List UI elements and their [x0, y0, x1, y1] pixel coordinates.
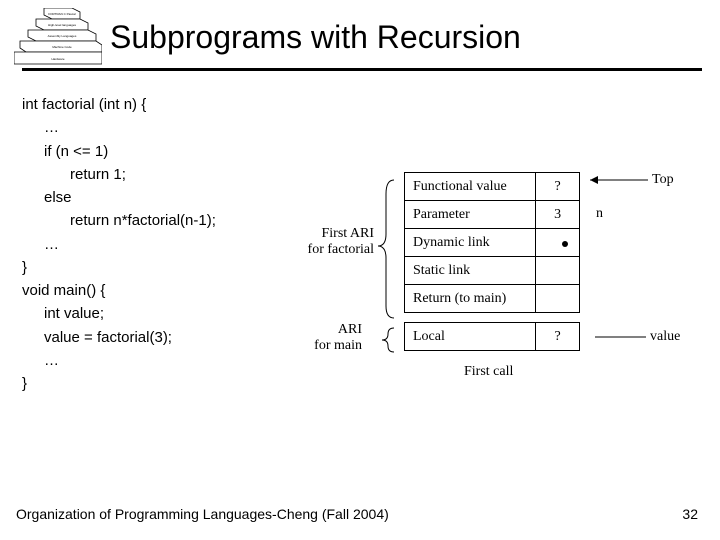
- table-row: Parameter 3: [405, 201, 580, 229]
- cell: Local: [405, 323, 536, 351]
- stack-table: Functional value ? Parameter 3 Dynamic l…: [404, 172, 580, 351]
- table-row: Local ?: [405, 323, 580, 351]
- cell: Parameter: [405, 201, 536, 229]
- code-line: …: [22, 116, 720, 139]
- svg-text:High-level languages: High-level languages: [48, 23, 77, 27]
- table-row: Functional value ?: [405, 173, 580, 201]
- cell: [536, 229, 580, 257]
- svg-text:Hardware: Hardware: [51, 57, 64, 61]
- cell: Dynamic link: [405, 229, 536, 257]
- cell: [536, 285, 580, 313]
- hierarchy-logo: FORTRAN C Pascal High-level languages As…: [14, 8, 102, 66]
- page-number: 32: [682, 506, 698, 522]
- cell: ?: [536, 323, 580, 351]
- svg-text:Assembly Languages: Assembly Languages: [48, 34, 77, 38]
- top-label: Top: [652, 172, 674, 188]
- n-label: n: [596, 206, 603, 222]
- value-label: value: [650, 329, 680, 345]
- footer-text: Organization of Programming Languages-Ch…: [16, 506, 389, 522]
- cell: [536, 257, 580, 285]
- cell: 3: [536, 201, 580, 229]
- cell: ?: [536, 173, 580, 201]
- ari-main-label: ARI for main: [288, 322, 362, 354]
- slide-title: Subprograms with Recursion: [110, 19, 521, 56]
- table-spacer: [405, 313, 580, 323]
- svg-text:Machine Code: Machine Code: [52, 45, 72, 49]
- cell: Functional value: [405, 173, 536, 201]
- cell: Return (to main): [405, 285, 536, 313]
- table-row: Static link: [405, 257, 580, 285]
- first-ari-label: First ARI for factorial: [288, 226, 374, 258]
- table-row: Return (to main): [405, 285, 580, 313]
- slide-header: FORTRAN C Pascal High-level languages As…: [0, 0, 720, 66]
- cell: Static link: [405, 257, 536, 285]
- caption: First call: [464, 364, 513, 380]
- code-line: int factorial (int n) {: [22, 93, 720, 116]
- table-row: Dynamic link: [405, 229, 580, 257]
- svg-text:FORTRAN C Pascal: FORTRAN C Pascal: [48, 12, 76, 16]
